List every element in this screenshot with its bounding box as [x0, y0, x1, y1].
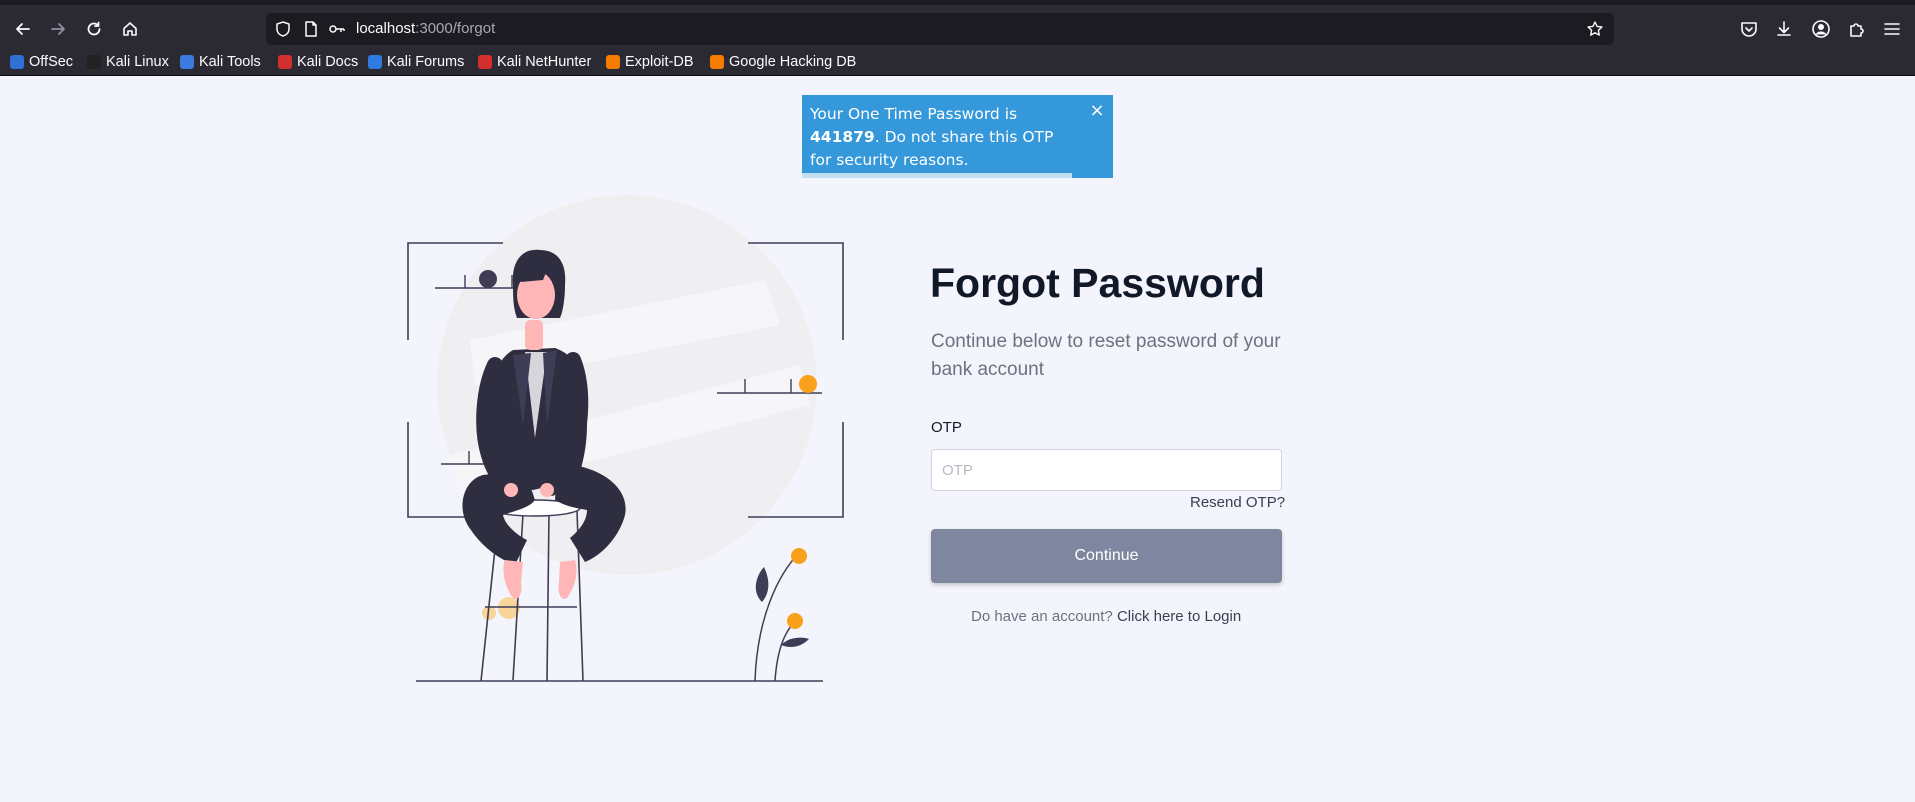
kali-tools-icon	[180, 55, 194, 69]
kali-linux-icon	[87, 55, 101, 69]
page-icon[interactable]	[302, 20, 320, 38]
url-path: :3000/forgot	[415, 20, 496, 37]
bookmark-star-icon[interactable]	[1586, 20, 1604, 38]
resend-otp-link[interactable]: Resend OTP?	[1190, 494, 1285, 511]
bookmarks-bar: OffSec Kali Linux Kali Tools Kali Docs K…	[0, 49, 1915, 76]
shield-icon[interactable]	[274, 20, 292, 38]
bookmark-label: Kali Linux	[106, 54, 169, 70]
bookmark-exploit-db[interactable]: Exploit-DB	[606, 49, 694, 75]
offsec-icon	[10, 55, 24, 69]
bookmark-kali-nethunter[interactable]: Kali NetHunter	[478, 49, 591, 75]
otp-label: OTP	[931, 419, 962, 436]
toast-otp-value: 441879	[810, 128, 875, 146]
pocket-icon[interactable]	[1739, 19, 1759, 39]
forward-arrow-icon	[51, 23, 65, 35]
bookmark-kali-linux[interactable]: Kali Linux	[87, 49, 169, 75]
home-icon	[123, 22, 137, 36]
google-hacking-db-icon	[710, 55, 724, 69]
toast-text-before: Your One Time Password is	[810, 105, 1018, 123]
exploit-db-icon	[606, 55, 620, 69]
login-link[interactable]: Click here to Login	[1117, 608, 1241, 625]
bookmark-google-hacking-db[interactable]: Google Hacking DB	[710, 49, 856, 75]
kali-nethunter-icon	[478, 55, 492, 69]
key-icon[interactable]	[328, 20, 346, 38]
woman-on-stool-illustration	[407, 195, 844, 682]
extensions-icon[interactable]	[1847, 19, 1867, 39]
otp-input[interactable]	[931, 449, 1282, 491]
url-host: localhost	[356, 20, 416, 37]
account-icon[interactable]	[1811, 19, 1831, 39]
bookmark-kali-docs[interactable]: Kali Docs	[278, 49, 358, 75]
bookmark-label: Kali Tools	[199, 54, 261, 70]
reload-icon	[87, 21, 101, 36]
bookmark-label: OffSec	[29, 54, 74, 70]
toast-progress-bar	[802, 173, 1072, 178]
bookmark-kali-forums[interactable]: Kali Forums	[368, 49, 464, 75]
home-button[interactable]	[116, 15, 144, 43]
login-prompt: Do have an account? Click here to Login	[971, 608, 1241, 625]
url-text[interactable]: localhost:3000/forgot	[356, 13, 495, 45]
back-button[interactable]	[9, 15, 37, 43]
reload-button[interactable]	[80, 15, 108, 43]
login-prompt-text: Do have an account?	[971, 608, 1113, 625]
kali-forums-icon	[368, 55, 382, 69]
menu-icon[interactable]	[1882, 19, 1902, 39]
kali-docs-icon	[278, 55, 292, 69]
bookmark-offsec[interactable]: OffSec	[10, 49, 73, 75]
downloads-icon[interactable]	[1774, 19, 1794, 39]
browser-toolbar: localhost:3000/forgot	[0, 5, 1915, 49]
page-title: Forgot Password	[930, 260, 1265, 306]
bookmark-label: Kali NetHunter	[497, 54, 592, 70]
bookmark-label: Google Hacking DB	[729, 54, 857, 70]
back-arrow-icon	[16, 23, 30, 35]
otp-toast[interactable]: Your One Time Password is 441879. Do not…	[802, 95, 1113, 178]
forward-button[interactable]	[44, 15, 72, 43]
bookmark-label: Kali Docs	[297, 54, 359, 70]
bookmark-label: Exploit-DB	[625, 54, 694, 70]
toast-close-button[interactable]: ×	[1089, 102, 1105, 120]
bookmark-label: Kali Forums	[387, 54, 465, 70]
bookmark-kali-tools[interactable]: Kali Tools	[180, 49, 261, 75]
continue-button[interactable]: Continue	[931, 529, 1282, 583]
page-subtitle: Continue below to reset password of your…	[931, 331, 1281, 380]
address-bar[interactable]: localhost:3000/forgot	[266, 13, 1614, 45]
